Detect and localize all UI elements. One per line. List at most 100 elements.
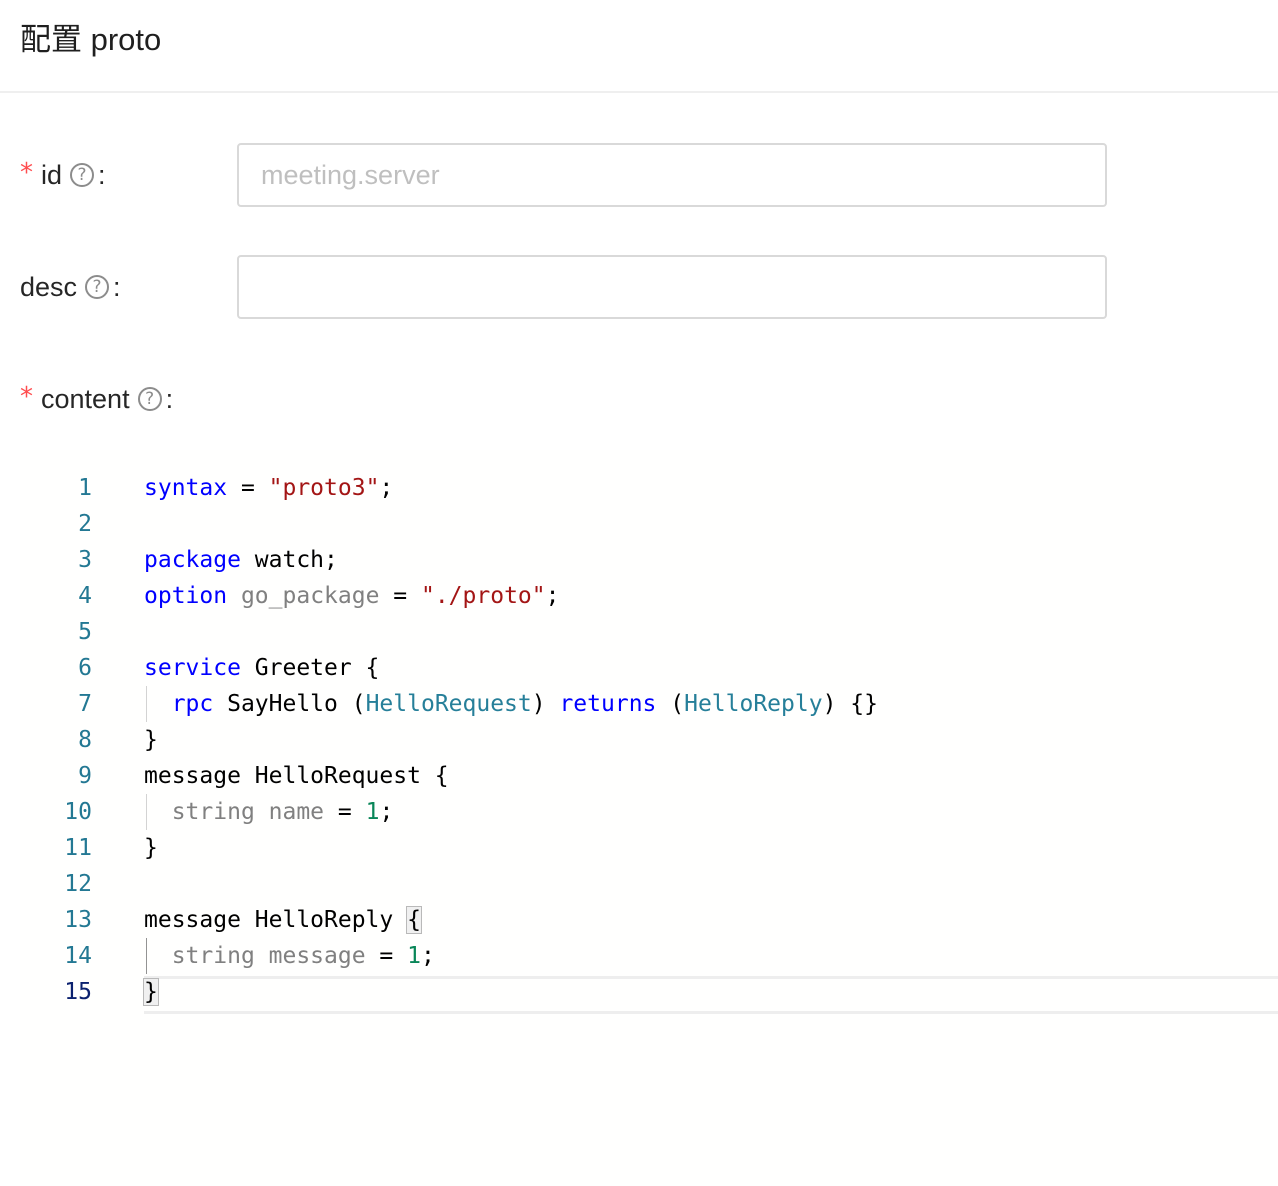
- code-token: ;: [420, 943, 435, 969]
- code-token: option: [144, 583, 228, 609]
- code-text: string name = 1;: [144, 794, 394, 830]
- code-text: option go_package = "./proto";: [144, 578, 559, 614]
- code-token: service: [144, 655, 241, 681]
- code-token: ;: [379, 475, 394, 501]
- code-line[interactable]: 1 syntax = "proto3";: [20, 470, 1278, 506]
- line-number: 13: [64, 907, 92, 933]
- required-mark: *: [20, 382, 33, 412]
- line-number: 11: [64, 835, 92, 861]
- code-token: 1: [407, 943, 421, 969]
- code-token: rpc: [171, 691, 214, 717]
- line-number: 14: [64, 943, 92, 969]
- content-label-colon: :: [165, 384, 174, 414]
- line-number: 4: [78, 583, 92, 609]
- code-token: ;: [545, 583, 560, 609]
- id-label: * id ? :: [20, 157, 106, 193]
- code-token: HelloReply: [684, 691, 823, 717]
- code-token: =: [379, 583, 421, 609]
- code-token: "./proto": [420, 583, 546, 609]
- code-line[interactable]: 14 string message = 1;: [20, 938, 1278, 974]
- required-mark: *: [20, 158, 33, 188]
- code-text: }: [144, 722, 158, 758]
- line-number: 8: [78, 727, 92, 753]
- code-editor[interactable]: 1 syntax = "proto3"; 2 3 package watch; 4 opti…: [20, 450, 1278, 1186]
- code-text: }: [143, 974, 159, 1010]
- code-line[interactable]: 9 message HelloRequest {: [20, 758, 1278, 794]
- line-number: 9: [78, 763, 92, 789]
- code-line[interactable]: 6 service Greeter {: [20, 650, 1278, 686]
- code-token: =: [227, 475, 269, 501]
- code-line[interactable]: 7 rpc SayHello (HelloRequest) returns (H…: [20, 686, 1278, 722]
- code-token: ;: [379, 799, 394, 825]
- content-label: * content ? :: [20, 381, 173, 417]
- content-label-text: content: [41, 384, 130, 414]
- line-number: 15: [64, 979, 92, 1005]
- code-token: HelloRequest: [365, 691, 532, 717]
- code-token: "proto3": [268, 475, 380, 501]
- code-token: }: [143, 978, 159, 1006]
- code-token: watch;: [240, 547, 338, 573]
- line-number: 5: [78, 619, 92, 645]
- code-token: message HelloReply: [144, 907, 408, 933]
- code-token: }: [144, 835, 158, 861]
- code-token: Greeter {: [240, 655, 380, 681]
- code-line[interactable]: 3 package watch;: [20, 542, 1278, 578]
- line-number: 12: [64, 871, 92, 897]
- code-line[interactable]: 8}: [20, 722, 1278, 758]
- code-token: SayHello (: [213, 691, 366, 717]
- code-token: ) {}: [822, 691, 878, 717]
- code-token: package: [144, 547, 241, 573]
- code-text: rpc SayHello (HelloRequest) returns (Hel…: [144, 686, 878, 722]
- line-number: 1: [78, 475, 92, 501]
- code-line[interactable]: 2: [20, 506, 1278, 542]
- code-token: =: [324, 799, 366, 825]
- code-line[interactable]: 11}: [20, 830, 1278, 866]
- code-token: go_package: [240, 583, 380, 609]
- id-label-colon: :: [98, 160, 106, 190]
- code-token: string message: [171, 943, 366, 969]
- code-token: (: [656, 691, 685, 717]
- code-line[interactable]: 13 message HelloReply {: [20, 902, 1278, 938]
- line-number: 2: [78, 511, 92, 537]
- desc-label: desc ? :: [20, 269, 121, 305]
- line-number: 7: [78, 691, 92, 717]
- desc-input[interactable]: [237, 255, 1107, 319]
- page-header: 配置 proto: [0, 0, 1278, 93]
- code-line[interactable]: 12: [20, 866, 1278, 902]
- code-token: string name: [171, 799, 325, 825]
- desc-label-text: desc: [20, 272, 78, 302]
- code-text: string message = 1;: [144, 938, 435, 974]
- code-token: message HelloRequest {: [144, 763, 449, 789]
- code-token: }: [144, 727, 158, 753]
- code-text: service Greeter {: [144, 650, 379, 686]
- question-circle-icon[interactable]: ?: [137, 387, 162, 411]
- line-number: 10: [64, 799, 92, 825]
- code-token: =: [365, 943, 408, 969]
- code-text: message HelloRequest {: [144, 758, 449, 794]
- code-token: {: [406, 906, 422, 934]
- code-text: package watch;: [144, 542, 338, 578]
- code-token: syntax: [144, 475, 228, 501]
- code-line[interactable]: 5: [20, 614, 1278, 650]
- code-line[interactable]: 10 string name = 1;: [20, 794, 1278, 830]
- code-line[interactable]: 15}: [20, 974, 1278, 1010]
- page-title: 配置 proto: [20, 22, 162, 57]
- code-text: syntax = "proto3";: [144, 470, 393, 506]
- id-label-text: id: [41, 160, 63, 190]
- question-circle-icon[interactable]: ?: [70, 163, 95, 187]
- code-token: ): [531, 691, 560, 717]
- line-number: 3: [78, 547, 92, 573]
- code-text: }: [144, 830, 158, 866]
- code-token: 1: [365, 799, 380, 825]
- code-token: returns: [559, 691, 657, 717]
- desc-label-colon: :: [113, 272, 121, 302]
- id-input[interactable]: [237, 143, 1107, 207]
- line-number: 6: [78, 655, 92, 681]
- question-circle-icon[interactable]: ?: [85, 275, 110, 299]
- code-line[interactable]: 4 option go_package = "./proto";: [20, 578, 1278, 614]
- code-text: message HelloReply {: [144, 902, 422, 938]
